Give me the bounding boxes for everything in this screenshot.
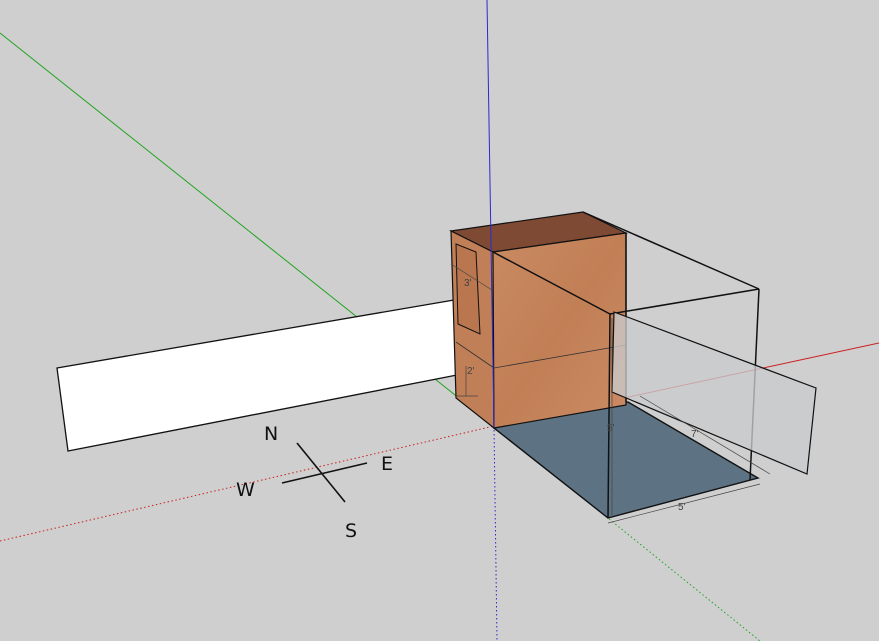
- compass-north-label: N: [264, 423, 278, 445]
- compass-south-label: S: [345, 520, 357, 542]
- wood-block[interactable]: [449, 211, 629, 430]
- modeling-viewport[interactable]: 3' 2' 5' 7' 5' N E S W: [0, 0, 879, 641]
- compass-east-label: E: [381, 453, 393, 475]
- 3d-scene[interactable]: 3' 2' 5' 7' 5' N E S W: [0, 0, 879, 641]
- dimension-room-width[interactable]: 5': [678, 502, 686, 513]
- compass-west-label: W: [236, 479, 255, 501]
- dimension-room-depth[interactable]: 7': [691, 429, 699, 440]
- compass-sketch[interactable]: N E S W: [236, 423, 393, 542]
- window-opening[interactable]: [455, 243, 481, 335]
- dimension-window-height[interactable]: 3': [464, 278, 472, 289]
- dimension-sill-height[interactable]: 2': [467, 366, 475, 377]
- dimension-room-height[interactable]: 5': [607, 423, 615, 434]
- long-wall[interactable]: [56, 299, 458, 452]
